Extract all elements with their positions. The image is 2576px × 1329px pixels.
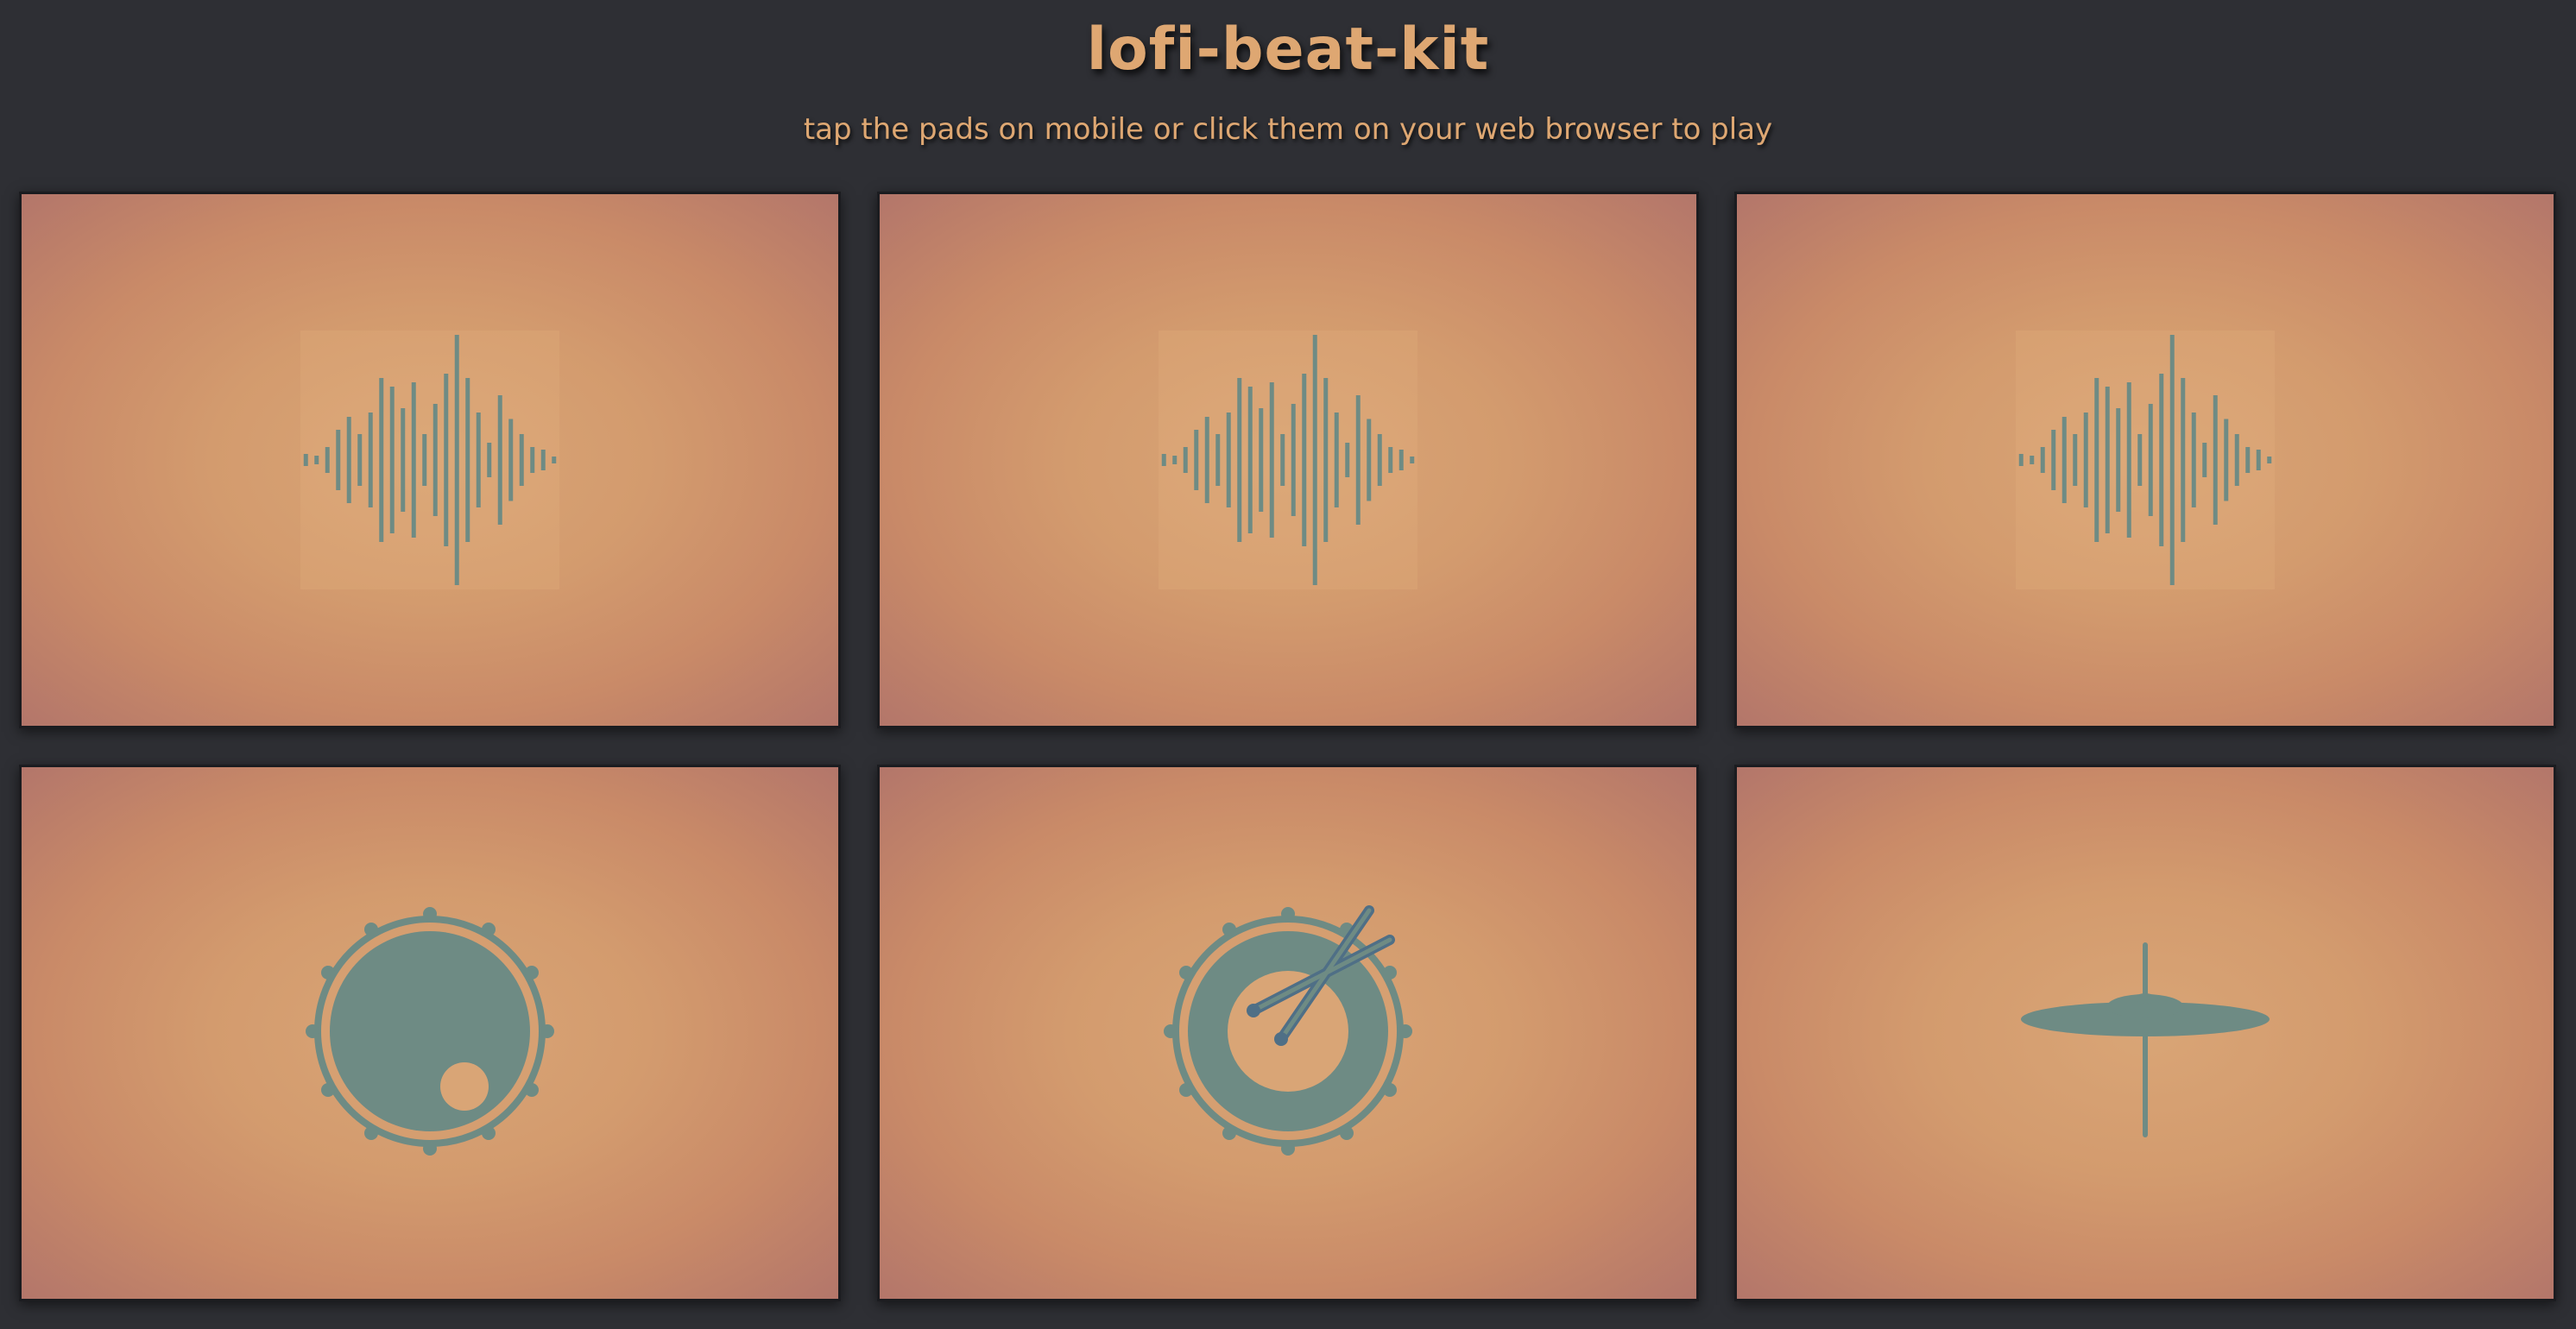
kick-drum-icon: [300, 902, 559, 1164]
soundwave-icon: [2016, 331, 2275, 589]
pad-5[interactable]: [877, 765, 1699, 1301]
snare-drum-with-sticks-icon: [1159, 902, 1417, 1164]
pad-2[interactable]: [877, 192, 1699, 728]
soundwave-icon: [300, 331, 559, 589]
cymbal-icon: [2016, 902, 2275, 1164]
page-subtitle: tap the pads on mobile or click them on …: [803, 112, 1773, 147]
pad-4[interactable]: [19, 765, 841, 1301]
pad-1[interactable]: [19, 192, 841, 728]
soundwave-icon: [1159, 331, 1417, 589]
pad-3[interactable]: [1734, 192, 2556, 728]
page-title: lofi-beat-kit: [1086, 16, 1490, 84]
pad-6[interactable]: [1734, 765, 2556, 1301]
